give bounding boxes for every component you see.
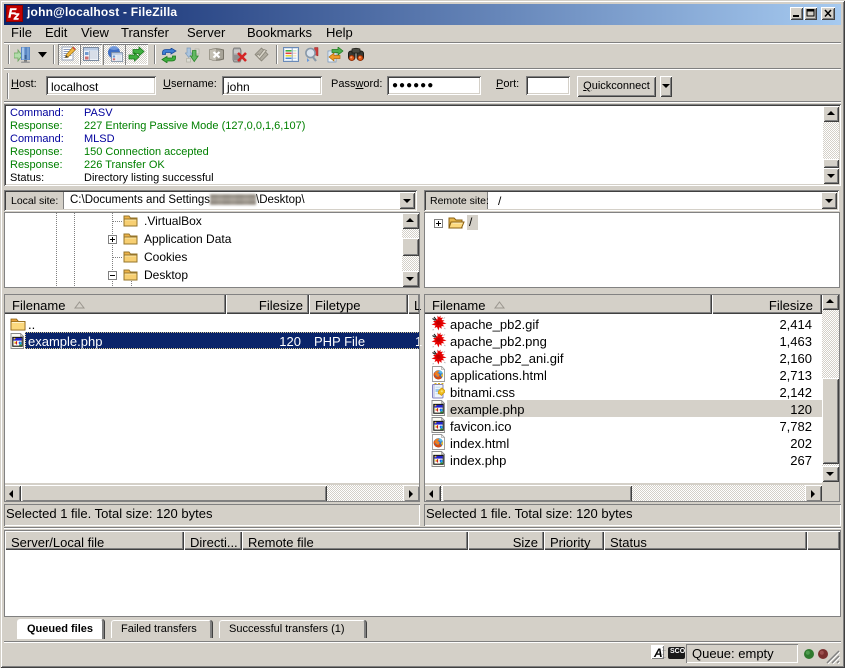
svg-text:z: z (13, 11, 20, 23)
